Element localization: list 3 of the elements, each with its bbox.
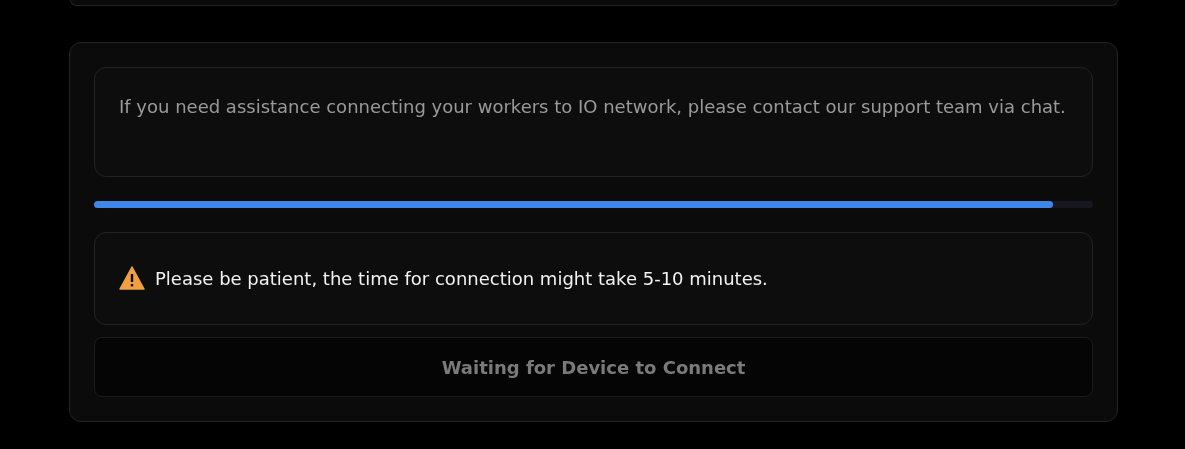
warning-icon (119, 266, 145, 291)
help-message: If you need assistance connecting your workers to IO network, please contact our support team via chat. (94, 67, 1093, 177)
warning-text: Please be patient, the time for connection might take 5-10 minutes. (155, 267, 768, 289)
